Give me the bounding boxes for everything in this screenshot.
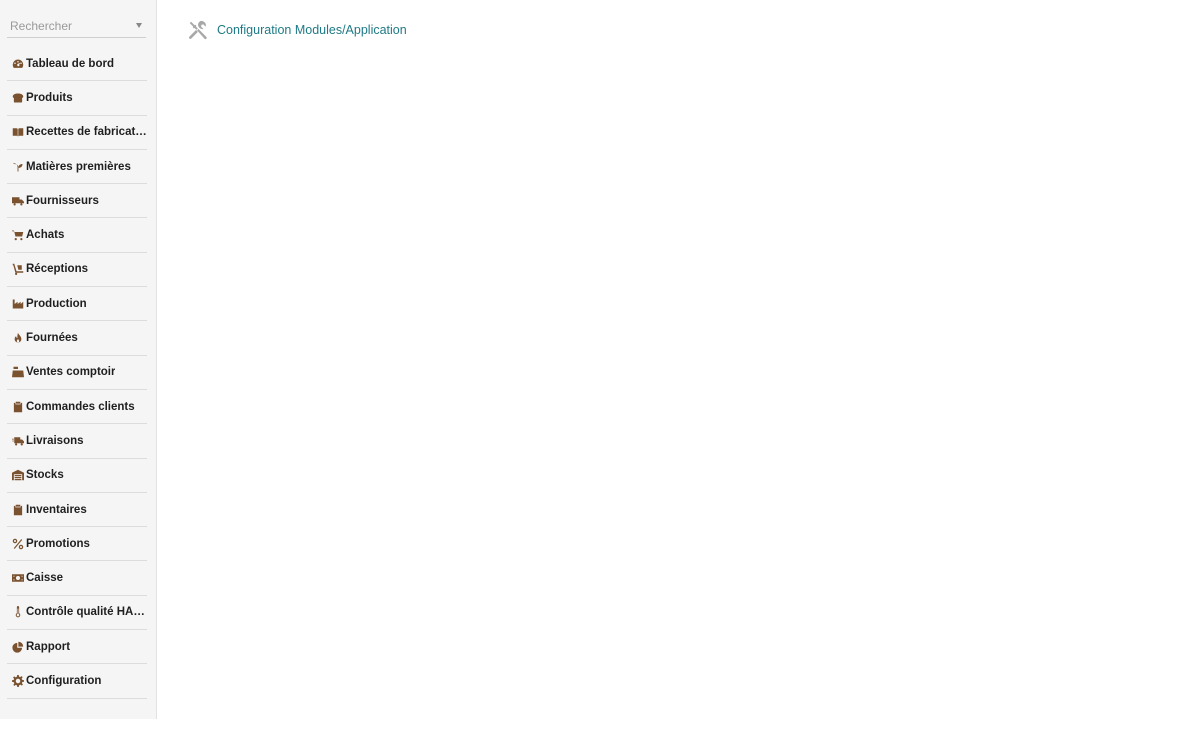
sidebar-item-controle-qualite[interactable]: Contrôle qualité HACCP [7, 596, 147, 631]
dolly-icon [10, 261, 26, 277]
clipboard-list-icon [10, 502, 26, 518]
sidebar-item-label: Recettes de fabrication [26, 126, 147, 139]
sidebar-item-livraisons[interactable]: Livraisons [7, 424, 147, 459]
sidebar-item-stocks[interactable]: Stocks [7, 459, 147, 493]
sidebar-item-label: Stocks [26, 469, 64, 482]
fire-icon [10, 330, 26, 346]
cash-register-icon [10, 364, 26, 380]
sidebar-item-configuration[interactable]: Configuration [7, 664, 147, 699]
sidebar-item-ventes-comptoir[interactable]: Ventes comptoir [7, 356, 147, 390]
breadcrumb-link-configuration-modules[interactable]: Configuration Modules/Application [217, 23, 407, 37]
sidebar-item-matieres-premieres[interactable]: Matières premières [7, 150, 147, 185]
sidebar-item-rapport[interactable]: Rapport [7, 630, 147, 665]
thermometer-icon [10, 604, 26, 620]
sidebar-item-label: Fournées [26, 332, 78, 345]
bread-icon [10, 90, 26, 106]
sidebar-item-fournisseurs[interactable]: Fournisseurs [7, 184, 147, 219]
sidebar-item-commandes-clients[interactable]: Commandes clients [7, 390, 147, 425]
sidebar-item-label: Matières premières [26, 160, 131, 173]
sidebar-item-label: Configuration [26, 674, 102, 687]
sidebar-item-produits[interactable]: Produits [7, 81, 147, 116]
sidebar-item-label: Tableau de bord [26, 57, 114, 70]
tools-icon [187, 19, 209, 41]
sidebar-item-production[interactable]: Production [7, 287, 147, 322]
sidebar-item-recettes[interactable]: Recettes de fabrication [7, 116, 147, 150]
sidebar-item-label: Produits [26, 91, 73, 104]
money-bill-icon [10, 570, 26, 586]
sidebar-item-label: Promotions [26, 537, 90, 550]
open-book-icon [10, 124, 26, 140]
sidebar-item-promotions[interactable]: Promotions [7, 527, 147, 562]
search-input[interactable] [7, 15, 146, 37]
sidebar-item-tableau-de-bord[interactable]: Tableau de bord [7, 47, 147, 82]
warehouse-icon [10, 467, 26, 483]
pie-chart-icon [10, 639, 26, 655]
cart-icon [10, 227, 26, 243]
percent-icon [10, 536, 26, 552]
factory-icon [10, 296, 26, 312]
sidebar-item-fournees[interactable]: Fournées [7, 321, 147, 356]
sidebar-item-label: Caisse [26, 572, 64, 585]
sidebar-item-achats[interactable]: Achats [7, 218, 147, 253]
sidebar-item-label: Achats [26, 229, 65, 242]
clipboard-check-icon [10, 399, 26, 415]
sidebar-item-label: Contrôle qualité HACCP [26, 606, 147, 619]
dashboard-gauge-icon [10, 56, 26, 72]
main-content: Configuration Modules/Application [157, 0, 1200, 741]
sidebar-item-label: Inventaires [26, 503, 87, 516]
chevron-down-icon[interactable] [136, 23, 142, 28]
sidebar-item-label: Production [26, 297, 87, 310]
sidebar-item-label: Commandes clients [26, 400, 135, 413]
search-box[interactable] [7, 15, 146, 38]
gear-icon [10, 673, 26, 689]
sidebar-nav: Tableau de bord Produits Recettes de fab… [7, 47, 147, 699]
sidebar-item-receptions[interactable]: Réceptions [7, 253, 147, 288]
sidebar-item-inventaires[interactable]: Inventaires [7, 493, 147, 528]
truck-icon [10, 193, 26, 209]
sidebar-item-label: Fournisseurs [26, 194, 99, 207]
breadcrumb: Configuration Modules/Application [187, 19, 407, 41]
seedling-icon [10, 159, 26, 175]
sidebar-item-label: Rapport [26, 640, 71, 653]
sidebar-item-label: Ventes comptoir [26, 366, 116, 379]
sidebar-item-caisse[interactable]: Caisse [7, 561, 147, 596]
sidebar-item-label: Réceptions [26, 263, 88, 276]
fast-truck-icon [10, 433, 26, 449]
sidebar: Tableau de bord Produits Recettes de fab… [0, 0, 157, 719]
sidebar-item-label: Livraisons [26, 434, 84, 447]
